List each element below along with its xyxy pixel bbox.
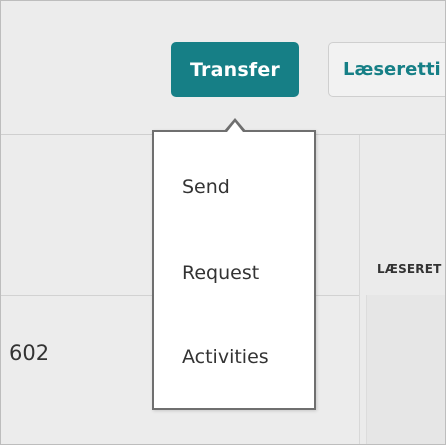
menu-item-activities[interactable]: Activities <box>182 346 269 368</box>
read-rights-button[interactable]: Læseretti <box>328 42 445 97</box>
menu-item-send[interactable]: Send <box>182 176 230 198</box>
transfer-button[interactable]: Transfer <box>171 42 299 97</box>
transfer-dropdown-menu: Send Request Activities <box>152 130 316 410</box>
table-cell-value: 602 <box>9 341 50 365</box>
column-divider <box>359 135 360 444</box>
dropdown-caret-fill <box>227 122 243 132</box>
column-header-read-rights: LÆSERET <box>377 262 442 276</box>
menu-item-request[interactable]: Request <box>182 262 259 284</box>
right-column-cell <box>366 295 445 444</box>
app-frame: Transfer Læseretti LÆSERET 602 Send Requ… <box>0 0 446 445</box>
